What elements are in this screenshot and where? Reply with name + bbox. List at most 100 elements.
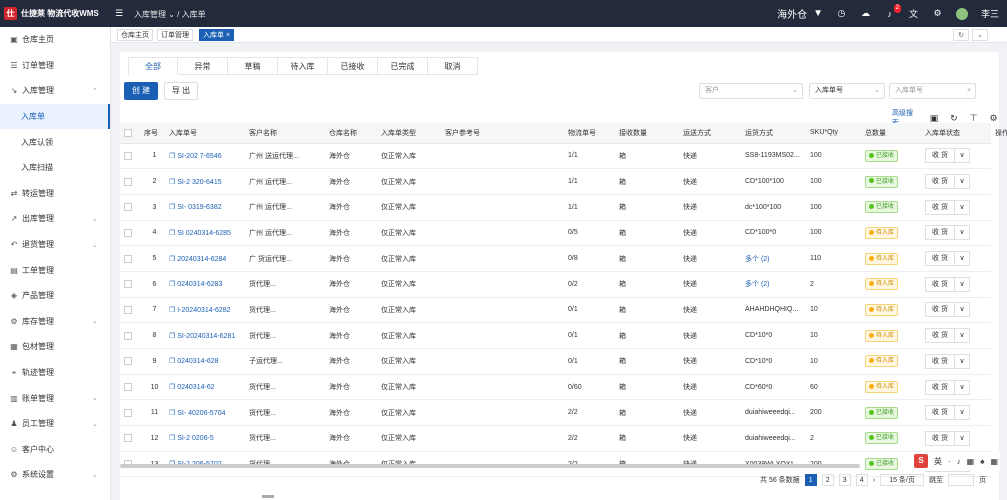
inbound-number-link[interactable]: 20240314-6284 — [177, 256, 226, 263]
translate-icon[interactable]: 文 — [908, 7, 919, 20]
refresh-tab-icon[interactable]: ↻ — [953, 29, 969, 41]
table-row[interactable]: 10 ❐ 0240314-62 货代理... 海外仓 仅正常入库 0/60 箱快递 CD*6… — [120, 374, 991, 401]
row-select-cell[interactable] — [120, 399, 140, 427]
inbound-number-link[interactable]: I-20240314-6282 — [177, 307, 230, 314]
sidebar-item-17[interactable]: ⚙ 系统设置 ⌄ — [0, 462, 110, 488]
row-select-cell[interactable] — [120, 348, 140, 375]
inbound-number-link[interactable]: SI- 0319-6382 — [177, 204, 221, 211]
more-actions-dropdown[interactable]: ∨ — [955, 405, 970, 421]
ime-punct-icon[interactable]: · — [948, 457, 951, 466]
status-tab-5[interactable]: 已完成 — [378, 57, 428, 75]
row-select-cell[interactable] — [120, 374, 140, 401]
page-2[interactable]: 2 — [821, 474, 834, 486]
select-all-cell[interactable] — [120, 123, 140, 144]
sidebar-item-14[interactable]: ▥ 账单管理 ⌄ — [0, 385, 110, 411]
inbound-number-link[interactable]: SI 0240314-6285 — [177, 230, 231, 237]
more-actions-dropdown[interactable]: ∨ — [955, 379, 970, 395]
more-actions-dropdown[interactable]: ∨ — [955, 302, 970, 318]
inbound-number-link[interactable]: SI-20240314-6281 — [177, 333, 235, 340]
copy-icon[interactable]: ❐ — [169, 410, 177, 417]
shirt-icon[interactable]: ♠ — [980, 457, 984, 466]
table-row[interactable]: 7 ❐ I-20240314-6282 货代理... 海外仓 仅正常入库 0/1 箱快递 A… — [120, 297, 991, 324]
avatar[interactable] — [955, 7, 968, 20]
inbound-number-link[interactable]: SI-202 7-6546 — [177, 153, 221, 160]
density-icon[interactable]: ⊤ — [968, 113, 979, 124]
copy-icon[interactable]: ❐ — [169, 204, 177, 211]
copy-icon[interactable]: ❐ — [169, 384, 177, 391]
sidebar-item-1[interactable]: ☰ 订单管理 — [0, 53, 110, 79]
row-select-cell[interactable] — [120, 220, 140, 247]
row-select-cell[interactable] — [120, 168, 140, 195]
row-checkbox[interactable] — [124, 151, 132, 160]
sidebar-item-13[interactable]: ⌖ 轨迹管理 — [0, 360, 110, 386]
receive-button[interactable]: 收 货 — [925, 199, 955, 215]
copy-icon[interactable]: ❐ — [169, 435, 177, 442]
row-checkbox[interactable] — [124, 228, 132, 237]
copy-icon[interactable]: ❐ — [169, 281, 177, 288]
receive-button[interactable]: 收 货 — [925, 379, 955, 395]
receive-button[interactable]: 收 货 — [925, 328, 955, 344]
sidebar-item-7[interactable]: ↗ 出库管理 ⌄ — [0, 206, 110, 232]
page-1[interactable]: 1 — [804, 474, 817, 486]
inbound-number-link[interactable]: 0240314-62 — [177, 384, 214, 391]
table-row[interactable]: 3 ❐ SI- 0319-6382 广州 运代理... 海外仓 仅正常入库 1/1 箱快递 d… — [120, 194, 991, 221]
menu-toggle-icon[interactable]: ☰ — [115, 8, 123, 19]
row-checkbox[interactable] — [124, 331, 132, 340]
more-actions-dropdown[interactable]: ∨ — [955, 276, 970, 292]
copy-icon[interactable]: ❐ — [169, 153, 177, 160]
table-row[interactable]: 4 ❐ SI 0240314-6285 广州 运代理... 海外仓 仅正常入库 0/5 箱快… — [120, 220, 991, 247]
export-button[interactable]: 导 出 — [164, 82, 198, 100]
sku-qty[interactable]: 多个 (2) — [741, 245, 806, 272]
receive-button[interactable]: 收 货 — [925, 302, 955, 318]
more-actions-dropdown[interactable]: ∨ — [955, 328, 970, 344]
sidebar-item-3[interactable]: 入库单 — [0, 103, 110, 130]
user-name[interactable]: 李三 — [981, 7, 999, 20]
page-4[interactable]: 4 — [855, 474, 868, 486]
table-row[interactable]: 9 ❐ 0240314-628 子运代理... 海外仓 仅正常入库 0/1 箱快递 CD*1… — [120, 348, 991, 375]
row-select-cell[interactable] — [120, 271, 140, 298]
sku-qty[interactable]: 多个 (2) — [741, 271, 806, 298]
more-actions-dropdown[interactable]: ∨ — [955, 353, 970, 369]
row-select-cell[interactable] — [120, 297, 140, 324]
row-select-cell[interactable] — [120, 425, 140, 452]
copy-icon[interactable]: ❐ — [169, 307, 177, 314]
table-row[interactable]: 5 ❐ 20240314-6284 广 货运代理... 海外仓 仅正常入库 0/8 箱快递多… — [120, 245, 991, 272]
sidebar-item-6[interactable]: ⇄ 转运管理 — [0, 181, 110, 207]
tab-dropdown-icon[interactable]: ⌄ — [972, 29, 988, 41]
table-row[interactable]: 1 ❐ SI-202 7-6546 广州 送运代理... 海外仓 仅正常入库 1/1 箱快递… — [120, 143, 991, 170]
sidebar-item-4[interactable]: 入库认领 — [0, 129, 110, 155]
bottom-scroll-handle[interactable] — [262, 495, 274, 498]
copy-icon[interactable]: ❐ — [169, 230, 177, 237]
sidebar-item-10[interactable]: ◈ 产品管理 — [0, 283, 110, 309]
warehouse-select[interactable]: 海外仓 ▼ — [777, 6, 823, 21]
sidebar-item-5[interactable]: 入库扫描 — [0, 155, 110, 181]
row-checkbox[interactable] — [124, 357, 132, 366]
inbound-number-link[interactable]: 0240314-628 — [177, 358, 218, 365]
receive-button[interactable]: 收 货 — [925, 251, 955, 267]
create-button[interactable]: 创 建 — [124, 82, 158, 100]
breadcrumb-item[interactable]: 入库管理 — [134, 10, 166, 19]
table-row[interactable]: 2 ❐ SI-2 320-6415 广州 运代理... 海外仓 仅正常入库 1/1 箱快递 C… — [120, 168, 991, 195]
more-actions-dropdown[interactable]: ∨ — [955, 430, 970, 446]
ime-lang[interactable]: 英 — [934, 456, 942, 467]
columns-icon[interactable]: ▣ — [929, 113, 940, 124]
row-checkbox[interactable] — [124, 203, 132, 212]
more-actions-dropdown[interactable]: ∨ — [955, 199, 970, 215]
row-select-cell[interactable] — [120, 143, 140, 170]
receive-button[interactable]: 收 货 — [925, 405, 955, 421]
row-select-cell[interactable] — [120, 245, 140, 272]
sidebar-item-0[interactable]: ▣ 仓库主页 — [0, 27, 110, 53]
more-actions-dropdown[interactable]: ∨ — [955, 148, 970, 164]
table-row[interactable]: 11 ❐ SI- 40206-5704 货代理... 海外仓 仅正常入库 2/2 箱快递 d… — [120, 399, 991, 427]
row-checkbox[interactable] — [124, 280, 132, 289]
row-checkbox[interactable] — [124, 254, 132, 263]
row-checkbox[interactable] — [124, 383, 132, 392]
more-actions-dropdown[interactable]: ∨ — [955, 225, 970, 241]
more-actions-dropdown[interactable]: ∨ — [955, 174, 970, 190]
row-checkbox[interactable] — [124, 177, 132, 186]
receive-button[interactable]: 收 货 — [925, 148, 955, 164]
search-input[interactable]: 入库单号 ⌕ — [889, 83, 976, 99]
brand-logo[interactable]: 仕 仕捷莱 物流代收WMS — [4, 7, 99, 20]
bell-icon[interactable]: ♪ 2 — [884, 3, 901, 19]
sidebar-item-15[interactable]: ♟ 员工管理 ⌄ — [0, 411, 110, 437]
